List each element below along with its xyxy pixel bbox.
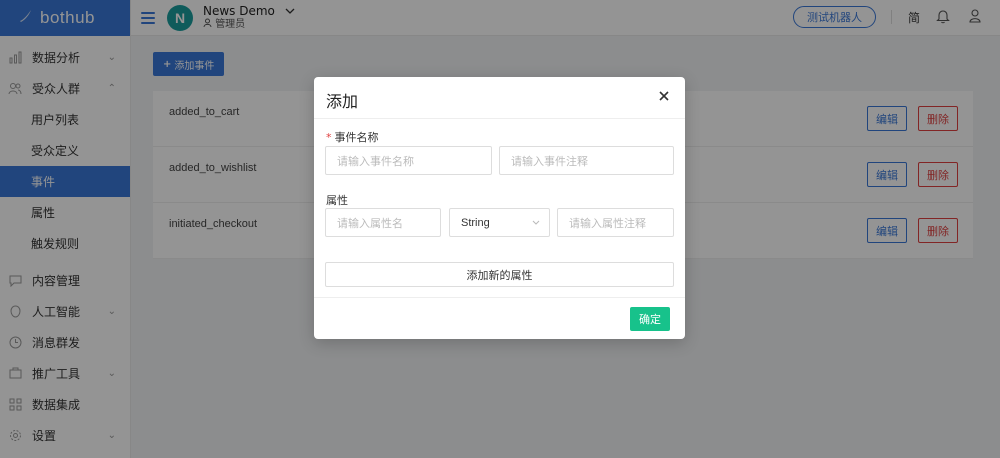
required-asterisk: * <box>326 131 332 144</box>
attr-name-input[interactable]: 请输入属性名 <box>325 208 441 237</box>
modal-header: 添加 <box>314 77 685 119</box>
modal-body: * 事件名称 请输入事件名称 请输入事件注释 属性 请输入属性名 String 请… <box>314 119 685 297</box>
confirm-button[interactable]: 确定 <box>630 307 670 331</box>
attr-note-input[interactable]: 请输入属性注释 <box>557 208 674 237</box>
attr-type-select[interactable]: String <box>449 208 550 237</box>
close-icon[interactable] <box>657 89 671 103</box>
modal-title: 添加 <box>326 92 359 111</box>
event-note-input[interactable]: 请输入事件注释 <box>499 146 674 175</box>
chevron-down-icon <box>531 217 541 227</box>
event-name-label-text: 事件名称 <box>334 131 379 144</box>
add-event-modal: 添加 * 事件名称 请输入事件名称 请输入事件注释 属性 请输入属性名 Strin… <box>314 77 685 339</box>
add-attribute-button[interactable]: 添加新的属性 <box>325 262 674 287</box>
event-name-input[interactable]: 请输入事件名称 <box>325 146 492 175</box>
attr-label: 属性 <box>326 194 348 207</box>
event-name-label: * 事件名称 <box>326 129 379 145</box>
modal-footer: 确定 <box>314 297 685 339</box>
attr-type-value: String <box>461 216 490 229</box>
